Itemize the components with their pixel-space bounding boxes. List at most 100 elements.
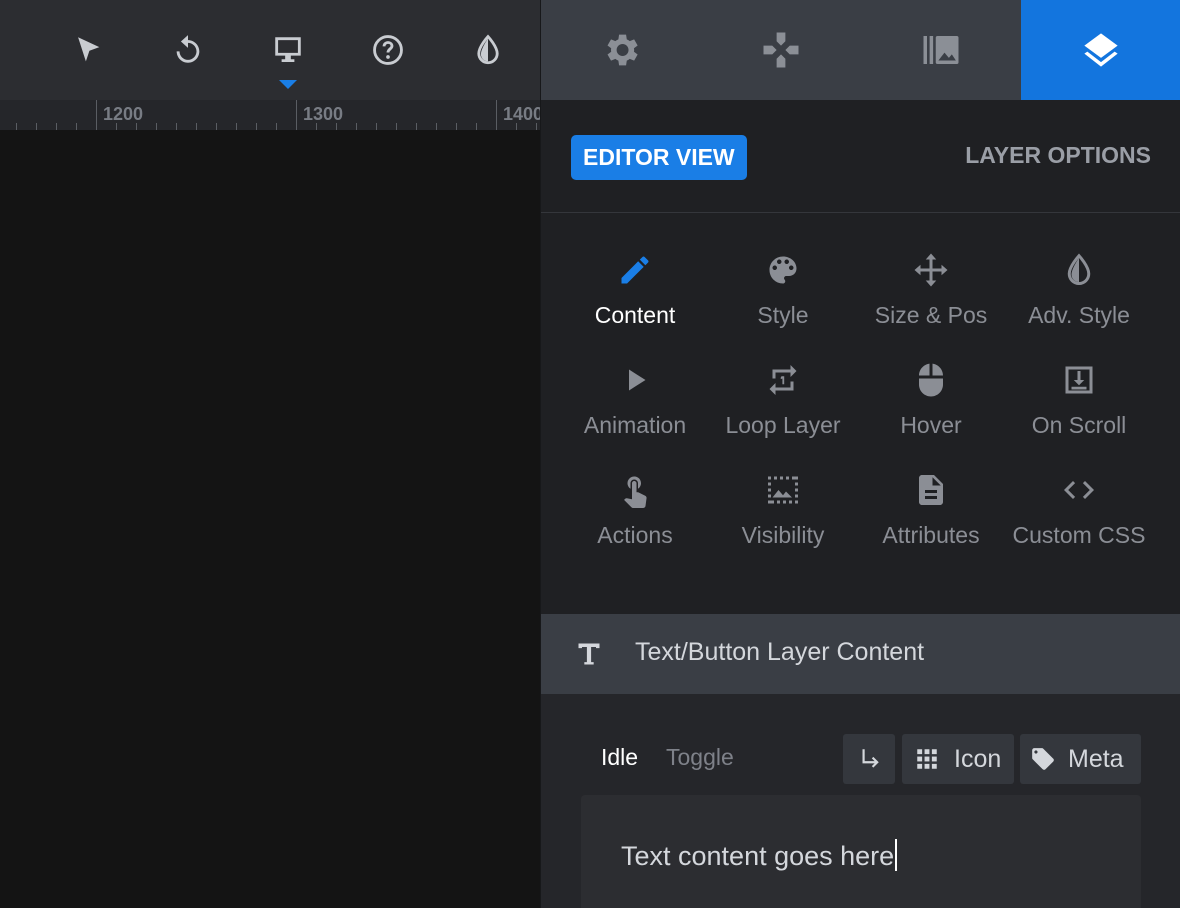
link-button[interactable] [843,734,895,784]
ruler-tick [476,123,477,130]
view-switcher: EDITOR VIEW LAYER OPTIONS [541,100,1180,213]
icon-button-label: Icon [954,744,1002,773]
ruler-major-tick [296,100,297,130]
horizontal-ruler: 1200 1300 1400 [0,100,540,130]
ruler-tick [196,123,197,130]
option-on-scroll[interactable]: On Scroll [1005,346,1153,446]
ruler-tick [336,123,337,130]
document-icon [919,475,943,505]
ruler-tick [56,123,57,130]
ruler-label: 1300 [303,104,344,124]
desktop-icon [275,37,301,63]
option-attributes[interactable]: Attributes [857,456,1005,556]
tab-settings[interactable] [541,0,701,100]
tab-controls[interactable] [701,0,861,100]
option-label: Style [757,302,809,328]
ruler-tick [136,123,137,130]
content-editor: Idle Toggle Icon Meta Text content goes … [541,694,1180,908]
cursor-arrow-icon [78,37,100,62]
select-tool[interactable] [63,25,113,75]
text-content-field[interactable]: Text content goes here [581,795,1141,908]
contrast-drop-icon [477,34,499,65]
play-icon [629,369,646,391]
arrow-return-right-icon [862,749,879,768]
ruler-tick [396,123,397,130]
text-t-icon [578,643,600,665]
ruler-tick [276,123,277,130]
layer-options-button[interactable]: LAYER OPTIONS [965,142,1151,169]
download-box-icon [1065,366,1093,394]
option-animation[interactable]: Animation [561,346,709,446]
option-label: Animation [583,412,687,438]
ruler-tick [516,123,517,130]
option-content[interactable]: Content [561,236,709,336]
option-label: Custom CSS [1012,522,1146,548]
option-visibility[interactable]: Visibility [709,456,857,556]
grid-dots-icon [917,749,937,769]
option-label: Visibility [741,522,825,548]
active-tool-indicator [279,80,297,89]
option-label: Content [594,302,676,328]
meta-button-label: Meta [1068,744,1124,773]
section-header: Text/Button Layer Content [541,614,1180,694]
section-title: Text/Button Layer Content [635,638,925,666]
dashed-image-icon [768,476,798,504]
option-loop-layer[interactable]: Loop Layer [709,346,857,446]
ruler-tick [176,123,177,130]
option-label: Actions [597,522,673,548]
touch-hand-icon [624,476,647,508]
ruler-major-tick [96,100,97,130]
ruler-tick [436,123,437,130]
move-arrows-icon [914,253,948,287]
tab-toggle[interactable]: Toggle [666,744,734,771]
icon-button[interactable]: Icon [902,734,1014,784]
slide-canvas[interactable] [0,130,540,908]
option-style[interactable]: Style [709,236,857,336]
mouse-icon [919,363,943,397]
repeat-one-icon [769,365,797,395]
help-icon [373,35,403,65]
option-custom-css[interactable]: Custom CSS [1005,456,1153,556]
pencil-icon [621,256,649,284]
ruler-tick [376,123,377,130]
ruler-tick [76,123,77,130]
ruler-tick [316,123,317,130]
ruler-label: 1200 [103,104,144,124]
option-label: Attributes [882,522,980,548]
code-icon [1064,481,1094,499]
undo-icon [176,35,200,63]
ruler-tick [456,123,457,130]
option-label: On Scroll [1031,412,1127,438]
ruler-tick [16,123,17,130]
undo-tool[interactable] [163,25,213,75]
ruler-tick [236,123,237,130]
option-adv-style[interactable]: Adv. Style [1005,236,1153,336]
ruler-tick [256,123,257,130]
tab-idle[interactable]: Idle [601,744,638,771]
tab-layers[interactable] [1021,0,1180,100]
option-actions[interactable]: Actions [561,456,709,556]
option-label: Hover [900,412,962,438]
option-hover[interactable]: Hover [857,346,1005,446]
option-label: Adv. Style [1028,302,1130,328]
tab-slides[interactable] [861,0,1021,100]
ruler-tick [116,123,117,130]
option-size-pos[interactable]: Size & Pos [857,236,1005,336]
option-label: Loop Layer [725,412,841,438]
gear-icon [607,34,638,66]
contrast-drop-icon [1067,253,1091,286]
text-caret [895,839,898,871]
text-content-value: Text content goes here [621,841,895,871]
help-tool[interactable] [363,25,413,75]
canvas-toolbar [0,0,540,100]
editor-view-button[interactable]: EDITOR VIEW [571,135,747,180]
theme-tool[interactable] [463,25,513,75]
layers-icon [1084,33,1118,67]
ruler-tick [416,123,417,130]
option-label: Size & Pos [874,302,988,328]
ruler-tick [536,123,537,130]
gamepad-icon [763,32,799,68]
meta-button[interactable]: Meta [1020,734,1141,784]
ruler-tick [356,123,357,130]
device-desktop-tool[interactable] [263,25,313,75]
